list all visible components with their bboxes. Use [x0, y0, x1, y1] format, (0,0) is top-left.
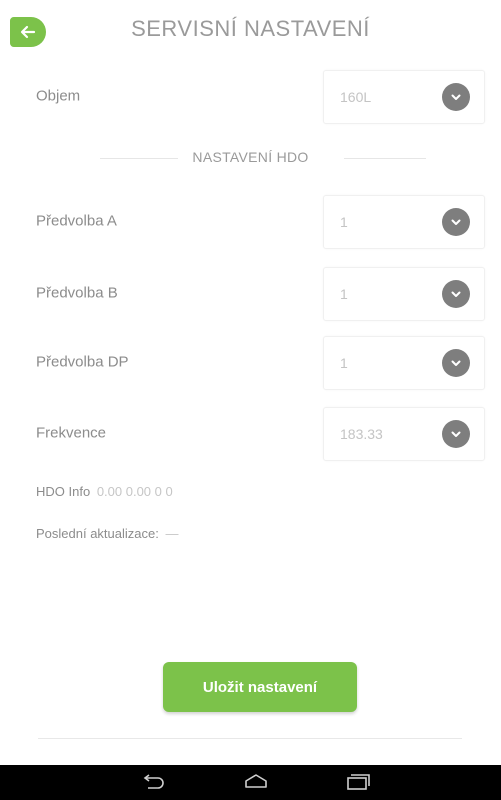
preset-b-select[interactable]: 1 — [323, 267, 485, 321]
last-update-label: Poslední aktualizace: — [36, 526, 159, 541]
last-update: Poslední aktualizace: — — [36, 526, 178, 541]
preset-dp-row: Předvolba DP 1 — [0, 334, 501, 390]
chevron-down-icon — [442, 208, 470, 236]
preset-b-value: 1 — [340, 286, 348, 302]
divider — [38, 738, 462, 739]
last-update-value: — — [165, 526, 179, 541]
system-navigation-bar — [0, 765, 501, 800]
nav-home-icon — [245, 774, 267, 788]
nav-back-icon — [143, 774, 164, 789]
chevron-down-icon — [442, 83, 470, 111]
frequency-value: 183.33 — [340, 426, 383, 442]
preset-a-value: 1 — [340, 214, 348, 230]
frequency-select[interactable]: 183.33 — [323, 407, 485, 461]
save-settings-button[interactable]: Uložit nastavení — [163, 662, 357, 712]
service-settings-screen: SERVISNÍ NASTAVENÍ Objem 160L NASTAVENÍ … — [0, 0, 501, 800]
preset-a-row: Předvolba A 1 — [0, 193, 501, 249]
nav-back-button[interactable] — [138, 771, 168, 793]
page-title: SERVISNÍ NASTAVENÍ — [131, 16, 370, 41]
chevron-down-icon — [442, 280, 470, 308]
hdo-section-header: NASTAVENÍ HDO — [0, 146, 501, 170]
preset-a-label: Předvolba A — [36, 212, 117, 230]
hdo-info-value: 0.00 0.00 0 0 — [96, 484, 173, 499]
hdo-info: HDO Info 0.00 0.00 0 0 — [36, 484, 173, 499]
header: SERVISNÍ NASTAVENÍ — [0, 0, 501, 64]
volume-row: Objem 160L — [0, 68, 501, 124]
volume-select[interactable]: 160L — [323, 70, 485, 124]
frequency-row: Frekvence 183.33 — [0, 405, 501, 461]
frequency-label: Frekvence — [36, 424, 107, 442]
divider — [344, 158, 426, 159]
nav-home-button[interactable] — [241, 771, 271, 793]
preset-dp-value: 1 — [340, 355, 348, 371]
preset-b-label: Předvolba B — [36, 284, 118, 302]
volume-value: 160L — [340, 89, 372, 105]
nav-recents-icon — [347, 774, 370, 790]
volume-label: Objem — [36, 87, 81, 105]
chevron-down-icon — [442, 420, 470, 448]
hdo-section-title: NASTAVENÍ HDO — [192, 149, 309, 165]
preset-a-select[interactable]: 1 — [323, 195, 485, 249]
nav-recents-button[interactable] — [343, 771, 373, 793]
preset-b-row: Předvolba B 1 — [0, 265, 501, 321]
hdo-info-label: HDO Info — [36, 484, 91, 499]
preset-dp-label: Předvolba DP — [36, 353, 129, 371]
preset-dp-select[interactable]: 1 — [323, 336, 485, 390]
chevron-down-icon — [442, 349, 470, 377]
